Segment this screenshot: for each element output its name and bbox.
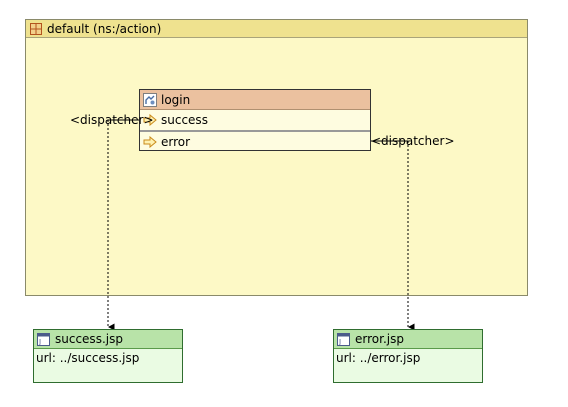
connector-label: <dispatcher> <box>70 113 154 127</box>
svg-text:J: J <box>338 338 341 346</box>
view-url: url: ../error.jsp <box>336 351 421 365</box>
svg-text:J: J <box>38 338 41 346</box>
view-url: url: ../success.jsp <box>36 351 140 365</box>
view-success-jsp[interactable]: J success.jsp url: ../success.jsp <box>33 329 183 383</box>
view-header: J success.jsp <box>34 330 182 349</box>
jsp-file-icon: J <box>337 332 350 346</box>
view-error-jsp[interactable]: J error.jsp url: ../error.jsp <box>333 329 483 383</box>
connector-label: <dispatcher> <box>371 134 455 148</box>
view-name: success.jsp <box>55 332 123 346</box>
jsp-file-icon: J <box>37 332 50 346</box>
view-name: error.jsp <box>355 332 404 346</box>
view-header: J error.jsp <box>334 330 482 349</box>
